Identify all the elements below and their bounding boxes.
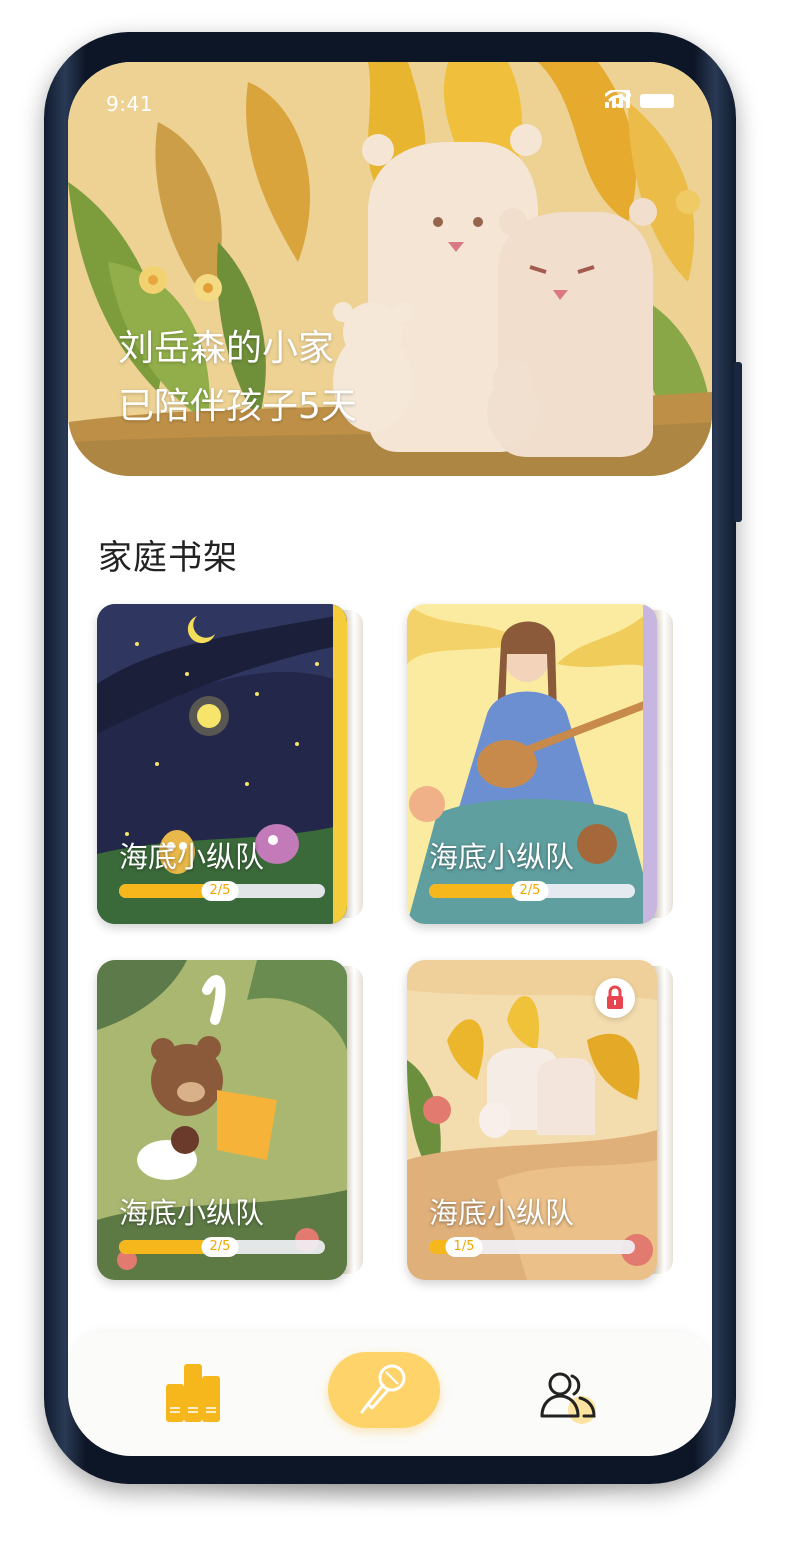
wifi-icon bbox=[605, 90, 631, 108]
lock-icon bbox=[607, 985, 623, 1009]
users-icon[interactable] bbox=[538, 1366, 600, 1426]
progress-label: 1/5 bbox=[445, 1237, 483, 1257]
progress-bar: 2/5 bbox=[119, 1237, 325, 1257]
progress-bar: 2/5 bbox=[119, 881, 325, 901]
book-card-locked[interactable]: 海底小纵队 1/5 bbox=[407, 960, 673, 1280]
hero-line-2: 已陪伴孩子5天 bbox=[118, 386, 357, 427]
progress-fill bbox=[119, 1240, 212, 1254]
progress-label: 2/5 bbox=[201, 1237, 239, 1257]
battery-icon bbox=[640, 94, 674, 108]
section-title: 家庭书架 bbox=[98, 538, 238, 578]
book-title: 海底小纵队 bbox=[119, 840, 265, 874]
book-title: 海底小纵队 bbox=[429, 840, 575, 874]
microphone-icon bbox=[360, 1364, 406, 1414]
chevron-down-icon[interactable] bbox=[68, 62, 104, 82]
bookshelf-icon[interactable] bbox=[164, 1362, 224, 1424]
book-card[interactable]: 海底小纵队 2/5 bbox=[407, 604, 673, 924]
progress-fill bbox=[429, 884, 522, 898]
progress-bar: 2/5 bbox=[429, 881, 635, 901]
book-title: 海底小纵队 bbox=[119, 1196, 265, 1230]
side-button bbox=[734, 362, 742, 522]
progress-fill bbox=[119, 884, 212, 898]
book-cover bbox=[97, 960, 347, 1280]
phone-frame: 9:41 刘岳森的小家 已陪伴孩子5天 家庭书架 海底小纵队 2/5 海底小纵队… bbox=[44, 32, 742, 1484]
lock-badge bbox=[595, 978, 635, 1018]
book-card[interactable]: 海底小纵队 2/5 bbox=[97, 960, 363, 1280]
book-cover bbox=[97, 604, 347, 924]
progress-label: 2/5 bbox=[201, 881, 239, 901]
book-cover bbox=[407, 604, 657, 924]
hero-banner[interactable]: 9:41 刘岳森的小家 已陪伴孩子5天 bbox=[68, 62, 712, 476]
status-icons bbox=[605, 90, 674, 108]
bottom-tab-bar bbox=[68, 1332, 712, 1456]
book-cover-art bbox=[407, 604, 657, 924]
hero-text: 刘岳森的小家 已陪伴孩子5天 bbox=[118, 320, 357, 436]
hero-line-1: 刘岳森的小家 bbox=[118, 328, 335, 369]
tab-microphone[interactable] bbox=[328, 1352, 440, 1428]
progress-bar: 1/5 bbox=[429, 1237, 635, 1257]
book-card[interactable]: 海底小纵队 2/5 bbox=[97, 604, 363, 924]
progress-label: 2/5 bbox=[511, 881, 549, 901]
status-time: 9:41 bbox=[106, 92, 153, 116]
app-screen: 9:41 刘岳森的小家 已陪伴孩子5天 家庭书架 海底小纵队 2/5 海底小纵队… bbox=[68, 62, 712, 1456]
book-cover-art bbox=[97, 604, 347, 924]
book-cover-art bbox=[97, 960, 347, 1280]
book-title: 海底小纵队 bbox=[429, 1196, 575, 1230]
